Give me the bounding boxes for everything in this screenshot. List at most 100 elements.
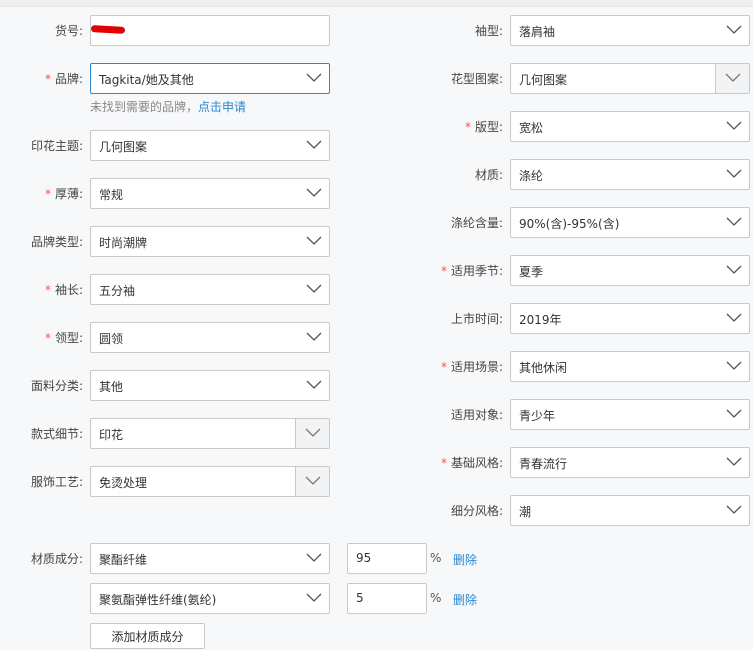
target-audience-value: 青少年 (519, 409, 556, 423)
label-target-audience: 适用对象: (450, 408, 503, 422)
top-divider (0, 0, 753, 7)
item-number-input[interactable] (90, 15, 330, 46)
chevron-down-icon (717, 304, 749, 333)
material-percent-value: 5 (356, 591, 364, 605)
launch-time-select[interactable]: 2019年 (510, 303, 750, 334)
label-item-number: 货号: (54, 24, 83, 38)
label-brand-type: 品牌类型: (30, 235, 83, 249)
print-theme-value: 几何图案 (99, 140, 148, 154)
label-base-style: * 基础风格: (440, 456, 503, 470)
sub-style-select[interactable]: 潮 (510, 495, 750, 526)
chevron-down-icon (297, 131, 329, 160)
material-component-value: 聚酯纤维 (99, 553, 148, 567)
label-polyester-content: 涤纶含量: (450, 216, 503, 230)
brand-select[interactable]: Tagkita/她及其他 (90, 63, 330, 94)
label-collar-type: * 领型: (44, 331, 83, 345)
sleeve-length-select[interactable]: 五分袖 (90, 274, 330, 305)
label-fabric-category: 面料分类: (30, 379, 83, 393)
chevron-down-icon (297, 371, 329, 400)
delete-material-link[interactable]: 删除 (453, 551, 477, 568)
material-component-value: 聚氨酯弹性纤维(氨纶) (99, 593, 217, 607)
occasion-select[interactable]: 其他休闲 (510, 351, 750, 382)
fabric-category-value: 其他 (99, 380, 124, 394)
label-brand: * 品牌: (44, 72, 83, 86)
polyester-content-select[interactable]: 90%(含)-95%(含) (510, 207, 750, 238)
base-style-select[interactable]: 青春流行 (510, 447, 750, 478)
percent-unit: % (430, 591, 442, 605)
fabric-category-select[interactable]: 其他 (90, 370, 330, 401)
collar-type-select[interactable]: 圆领 (90, 322, 330, 353)
label-launch-time: 上市时间: (450, 312, 503, 326)
chevron-down-icon (297, 275, 329, 304)
label-pattern: 花型图案: (450, 72, 503, 86)
fit-select[interactable]: 宽松 (510, 111, 750, 142)
chevron-down-icon (717, 112, 749, 141)
chevron-down-icon (297, 584, 329, 613)
season-select[interactable]: 夏季 (510, 255, 750, 286)
material-percent-input[interactable]: 95 (347, 543, 427, 574)
chevron-down-icon (717, 448, 749, 477)
chevron-down-icon (717, 16, 749, 45)
style-detail-value: 印花 (99, 428, 124, 442)
delete-material-link[interactable]: 删除 (453, 591, 477, 608)
percent-unit: % (430, 551, 442, 565)
label-fit: * 版型: (464, 120, 503, 134)
label-sleeve-length: * 袖长: (44, 283, 83, 297)
label-material-composition: 材质成分: (30, 552, 83, 566)
add-material-button[interactable]: 添加材质成分 (90, 623, 205, 649)
thickness-select[interactable]: 常规 (90, 178, 330, 209)
apply-brand-link[interactable]: 点击申请 (198, 100, 246, 114)
chevron-down-icon (297, 544, 329, 573)
season-value: 夏季 (519, 265, 544, 279)
chevron-down-icon (715, 64, 749, 93)
polyester-content-value: 90%(含)-95%(含) (519, 217, 620, 231)
chevron-down-icon (717, 208, 749, 237)
chevron-down-icon (297, 227, 329, 256)
material-component-select[interactable]: 聚氨酯弹性纤维(氨纶) (90, 583, 330, 614)
pattern-select[interactable]: 几何图案 (510, 63, 750, 94)
style-detail-select[interactable]: 印花 (90, 418, 330, 449)
chevron-down-icon (297, 179, 329, 208)
brand-type-select[interactable]: 时尚潮牌 (90, 226, 330, 257)
thickness-value: 常规 (99, 188, 124, 202)
chevron-down-icon (717, 496, 749, 525)
label-sub-style: 细分风格: (450, 504, 503, 518)
print-theme-select[interactable]: 几何图案 (90, 130, 330, 161)
chevron-down-icon (295, 419, 329, 448)
brand-value: Tagkita/她及其他 (99, 73, 194, 87)
chevron-down-icon (295, 467, 329, 496)
brand-type-value: 时尚潮牌 (99, 236, 148, 250)
sleeve-type-select[interactable]: 落肩袖 (510, 15, 750, 46)
brand-hint: 未找到需要的品牌，点击申请 (90, 100, 247, 114)
label-garment-craft: 服饰工艺: (30, 475, 83, 489)
material-percent-input[interactable]: 5 (347, 583, 427, 614)
label-print-theme: 印花主题: (30, 139, 83, 153)
chevron-down-icon (717, 400, 749, 429)
chevron-down-icon (297, 323, 329, 352)
garment-craft-select[interactable]: 免烫处理 (90, 466, 330, 497)
label-sleeve-type: 袖型: (474, 24, 503, 38)
material-component-select[interactable]: 聚酯纤维 (90, 543, 330, 574)
base-style-value: 青春流行 (519, 457, 568, 471)
label-material: 材质: (474, 168, 503, 182)
collar-type-value: 圆领 (99, 332, 124, 346)
sleeve-type-value: 落肩袖 (519, 25, 556, 39)
material-percent-value: 95 (356, 551, 372, 565)
sleeve-length-value: 五分袖 (99, 284, 136, 298)
pattern-value: 几何图案 (519, 73, 568, 87)
label-occasion: * 适用场景: (440, 360, 503, 374)
launch-time-value: 2019年 (519, 313, 562, 327)
label-thickness: * 厚薄: (44, 187, 83, 201)
label-season: * 适用季节: (440, 264, 503, 278)
occasion-value: 其他休闲 (519, 361, 568, 375)
sub-style-value: 潮 (519, 505, 532, 519)
material-select[interactable]: 涤纶 (510, 159, 750, 190)
label-style-detail: 款式细节: (30, 427, 83, 441)
fit-value: 宽松 (519, 121, 544, 135)
chevron-down-icon (717, 352, 749, 381)
chevron-down-icon (297, 64, 329, 93)
target-audience-select[interactable]: 青少年 (510, 399, 750, 430)
chevron-down-icon (717, 256, 749, 285)
garment-craft-value: 免烫处理 (99, 476, 148, 490)
material-value: 涤纶 (519, 169, 544, 183)
